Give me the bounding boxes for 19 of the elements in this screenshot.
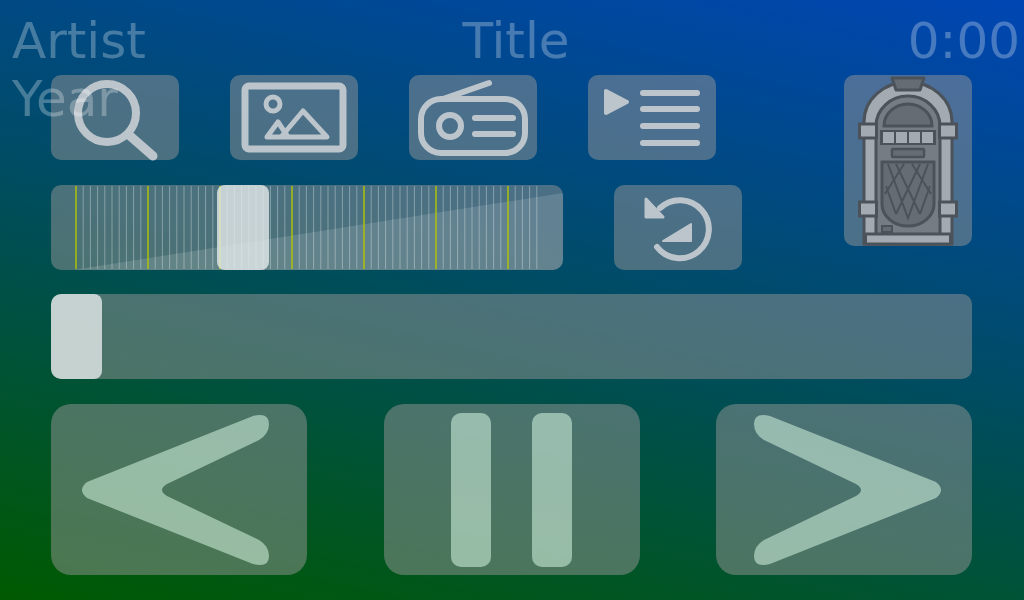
seek-bar-track[interactable]	[51, 294, 972, 379]
jukebox-button[interactable]	[844, 75, 972, 246]
title-label: Title	[462, 12, 570, 70]
jukebox-icon	[858, 75, 958, 246]
pause-button[interactable]	[383, 404, 640, 575]
volume-slider-thumb[interactable]	[216, 185, 269, 270]
previous-button[interactable]	[51, 404, 307, 575]
artist-label: Artist	[12, 12, 146, 70]
playlist-button[interactable]	[588, 75, 716, 160]
seek-bar-thumb[interactable]	[51, 294, 102, 379]
circular-arrow-button[interactable]	[614, 185, 742, 270]
time-label: 0:00	[907, 12, 1020, 70]
next-button[interactable]	[716, 404, 972, 575]
playlist-icon	[603, 87, 701, 148]
picture-button[interactable]	[230, 75, 358, 160]
picture-icon	[241, 82, 347, 153]
radio-icon	[417, 78, 529, 157]
volume-slider-track[interactable]	[51, 185, 563, 270]
radio-tuner-button[interactable]	[409, 75, 537, 160]
